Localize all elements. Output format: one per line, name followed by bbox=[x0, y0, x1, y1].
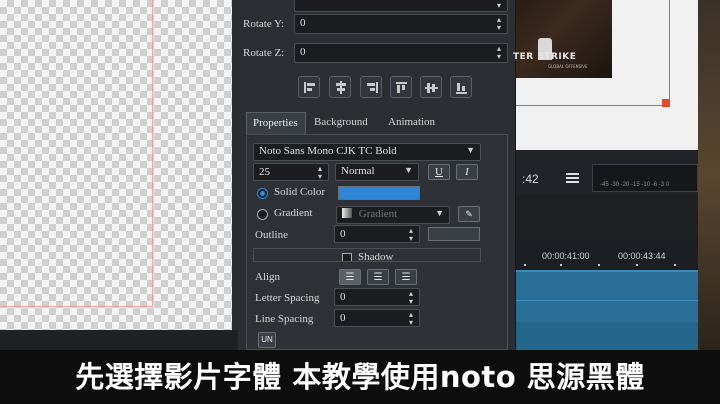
line-spacing-value: 0 bbox=[340, 312, 346, 324]
title-properties-panel: ▴▾ Rotate Y: 0 ▴▾ Rotate Z: 0 ▴▾ Propert… bbox=[238, 0, 516, 350]
solid-color-radio[interactable] bbox=[257, 188, 268, 199]
rotate-z-value: 0 bbox=[300, 46, 306, 58]
align-left-button[interactable] bbox=[298, 76, 320, 98]
clip-waveform-line bbox=[516, 300, 698, 301]
spin-arrows-icon[interactable]: ▴▾ bbox=[495, 45, 503, 61]
rotate-y-label: Rotate Y: bbox=[243, 18, 285, 30]
line-spacing-label: Line Spacing bbox=[255, 313, 314, 325]
align-left-icon bbox=[304, 82, 306, 93]
spin-arrows-icon[interactable]: ▴▾ bbox=[407, 227, 415, 243]
spin-arrows-icon[interactable]: ▴▾ bbox=[495, 16, 503, 32]
align-middle-button[interactable] bbox=[420, 76, 442, 98]
text-align-center-button[interactable]: ☰ bbox=[367, 269, 389, 285]
safe-area-guide-horizontal bbox=[0, 306, 153, 307]
solid-color-swatch[interactable] bbox=[338, 186, 420, 200]
align-right-button[interactable] bbox=[360, 76, 382, 98]
letter-spacing-label: Letter Spacing bbox=[255, 292, 320, 304]
chevron-down-icon: ▼ bbox=[466, 145, 475, 155]
outline-color-swatch[interactable] bbox=[428, 227, 480, 241]
letter-spacing-field[interactable]: 0 ▴ ▾ bbox=[334, 288, 420, 306]
align-top-icon bbox=[396, 82, 407, 84]
font-size-value: 25 bbox=[259, 166, 270, 178]
ruler-tick bbox=[598, 264, 600, 266]
text-align-right-icon: ☰ bbox=[401, 272, 411, 283]
align-right-icon bbox=[376, 82, 378, 93]
safe-area-guide-vertical bbox=[152, 0, 153, 306]
font-style-select[interactable]: Normal ▼ bbox=[335, 163, 419, 181]
underline-button[interactable]: U bbox=[428, 164, 450, 180]
gradient-value: Gradient bbox=[358, 208, 398, 220]
text-align-left-icon: ☰ bbox=[345, 272, 355, 283]
rotate-z-field[interactable]: 0 ▴ ▾ bbox=[294, 43, 508, 63]
resize-handle[interactable] bbox=[662, 99, 670, 107]
text-align-left-button[interactable]: ☰ bbox=[339, 269, 361, 285]
text-align-right-button[interactable]: ☰ bbox=[395, 269, 417, 285]
letter-spacing-value: 0 bbox=[340, 291, 346, 303]
ruler-time-label: 00:00:41:00 bbox=[542, 251, 590, 261]
font-family-select[interactable]: Noto Sans Mono CJK TC Bold ▼ bbox=[253, 143, 481, 161]
preview-selection-frame bbox=[516, 0, 670, 106]
align-bottom-button[interactable] bbox=[450, 76, 472, 98]
spin-arrows-icon[interactable]: ▴▾ bbox=[316, 165, 324, 181]
background-image-strip bbox=[698, 0, 720, 350]
text-align-center-icon: ☰ bbox=[373, 272, 383, 283]
outline-value: 0 bbox=[340, 228, 346, 240]
underline-icon: U bbox=[435, 166, 443, 178]
audio-meter-scale: -45 -30 -20 -15 -10 -6 -3 0 bbox=[600, 182, 670, 188]
spin-arrows-icon[interactable]: ▴▾ bbox=[407, 311, 415, 327]
ruler-tick bbox=[524, 264, 526, 266]
font-style-value: Normal bbox=[341, 165, 375, 177]
align-bottom-icon bbox=[456, 92, 467, 94]
solid-color-label: Solid Color bbox=[274, 186, 326, 198]
ruler-time-label: 00:00:43:44 bbox=[618, 251, 666, 261]
align-top-button[interactable] bbox=[390, 76, 412, 98]
spin-arrows-icon[interactable]: ▴▾ bbox=[495, 0, 503, 10]
hamburger-menu-icon[interactable] bbox=[566, 173, 579, 184]
outline-label: Outline bbox=[255, 229, 288, 241]
gradient-select[interactable]: Gradient ▼ bbox=[336, 206, 450, 224]
ruler-tick bbox=[636, 264, 638, 266]
chevron-down-icon: ▼ bbox=[435, 208, 444, 218]
ruler-tick bbox=[560, 264, 562, 266]
tab-animation[interactable]: Animation bbox=[382, 112, 446, 134]
outline-width-field[interactable]: 0 ▴ ▾ bbox=[334, 225, 420, 243]
gradient-label: Gradient bbox=[274, 207, 313, 219]
timeline-clip[interactable] bbox=[516, 322, 698, 350]
eyedropper-icon: ✎ bbox=[465, 209, 473, 219]
italic-button[interactable]: I bbox=[456, 164, 478, 180]
italic-icon: I bbox=[465, 166, 469, 178]
shadow-row: Shadow bbox=[253, 248, 481, 262]
rotate-y-field[interactable]: 0 ▴ ▾ bbox=[294, 14, 508, 34]
gradient-preview-icon bbox=[342, 208, 352, 218]
align-label: Align bbox=[255, 271, 281, 283]
align-center-button[interactable] bbox=[329, 76, 351, 98]
font-size-field[interactable]: 25 ▴ ▾ bbox=[253, 163, 329, 181]
tutorial-caption: 先選擇影片字體 本教學使用noto 思源黑體 bbox=[0, 350, 720, 404]
tab-background[interactable]: Background bbox=[308, 112, 378, 134]
rotate-x-field[interactable]: ▴▾ bbox=[294, 0, 508, 12]
preview-canvas-transparent[interactable] bbox=[0, 0, 238, 330]
ruler-tick bbox=[674, 264, 676, 266]
chevron-down-icon: ▼ bbox=[404, 165, 413, 175]
gradient-edit-button[interactable]: ✎ bbox=[458, 206, 480, 222]
spin-arrows-icon[interactable]: ▴▾ bbox=[407, 290, 415, 306]
rotate-z-label: Rotate Z: bbox=[243, 47, 285, 59]
un-button[interactable]: UN bbox=[258, 332, 276, 348]
shadow-label: Shadow bbox=[358, 251, 394, 262]
font-family-value: Noto Sans Mono CJK TC Bold bbox=[259, 145, 397, 157]
shadow-checkbox[interactable] bbox=[342, 253, 352, 261]
timeline-clip[interactable] bbox=[516, 270, 698, 322]
tab-properties[interactable]: Properties bbox=[246, 112, 306, 134]
timecode-display: :42 bbox=[522, 172, 539, 186]
line-spacing-field[interactable]: 0 ▴ ▾ bbox=[334, 309, 420, 327]
rotate-y-value: 0 bbox=[300, 17, 306, 29]
gradient-radio[interactable] bbox=[257, 209, 268, 220]
